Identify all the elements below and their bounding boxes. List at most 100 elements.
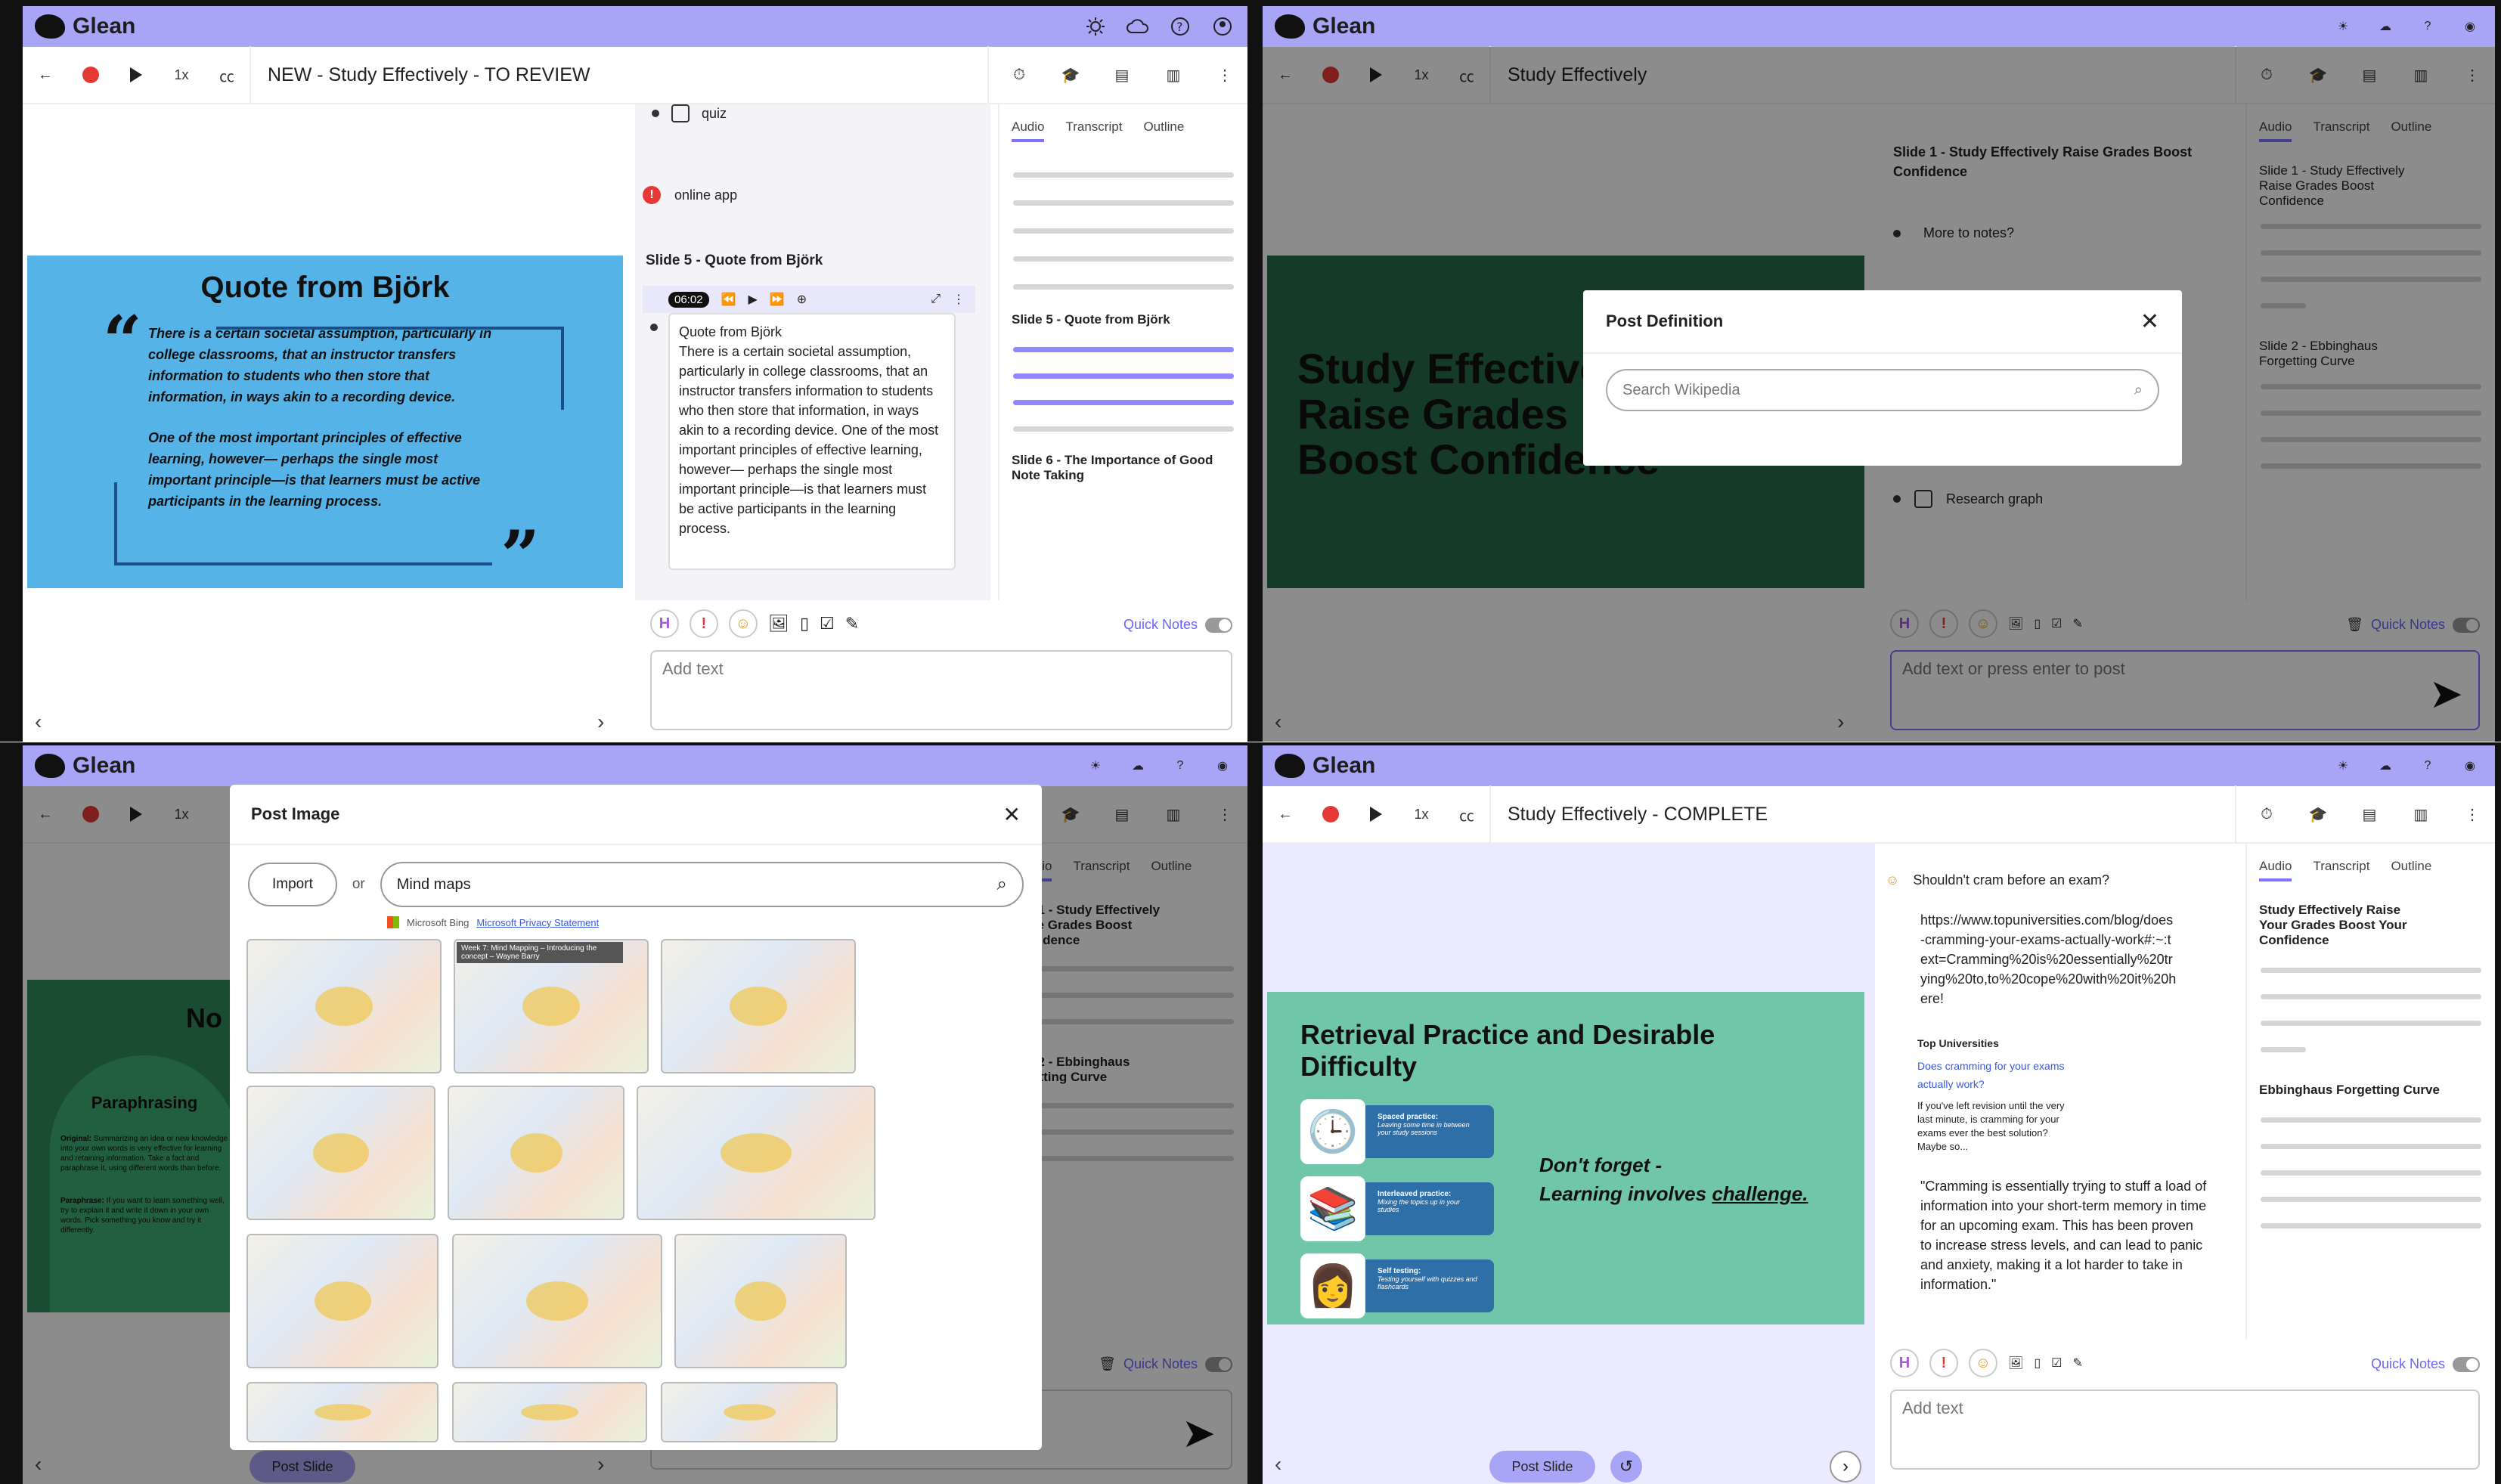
captions-icon[interactable]: ㏄ — [204, 52, 249, 98]
post-slide-button[interactable]: Post Slide — [1489, 1451, 1595, 1482]
playback-speed[interactable]: 1x — [1399, 792, 1444, 837]
prev-slide-icon[interactable]: ‹ — [35, 710, 42, 734]
note-play-icon[interactable]: ▶ — [748, 292, 757, 307]
search-icon[interactable]: ⌕ — [2134, 382, 2143, 399]
image-result[interactable] — [246, 1382, 439, 1442]
book-icon[interactable]: ▯ — [2034, 1355, 2041, 1371]
image-search-input[interactable]: Mind maps ⌕ — [380, 862, 1024, 907]
important-button-icon[interactable]: ! — [1929, 1349, 1958, 1377]
tab-audio[interactable]: Audio — [1012, 119, 1045, 142]
outline-slide-1[interactable]: Study Effectively Raise Your Grades Boos… — [2247, 903, 2444, 948]
graduation-cap-icon[interactable]: 🎓 — [2295, 792, 2341, 837]
draw-icon[interactable]: ✎ — [845, 614, 859, 634]
expand-icon[interactable]: ⤢ — [931, 293, 941, 306]
search-icon[interactable]: ⌕ — [997, 874, 1007, 895]
add-text-input[interactable]: Add text — [650, 650, 1232, 730]
link-title[interactable]: Does cramming for your exams actually wo… — [1917, 1057, 2069, 1093]
next-slide-icon[interactable]: › — [1830, 1451, 1861, 1482]
image-result[interactable] — [246, 1234, 439, 1368]
undo-icon[interactable]: ↺ — [1610, 1451, 1642, 1482]
more-menu-icon[interactable]: ⋮ — [1202, 52, 1247, 98]
notes-icon[interactable]: ▤ — [1099, 52, 1145, 98]
graduation-cap-icon[interactable]: 🎓 — [1048, 52, 1093, 98]
image-result[interactable] — [661, 1382, 838, 1442]
quick-notes-toggle[interactable]: Quick Notes — [2371, 1356, 2480, 1372]
image-result[interactable] — [452, 1382, 647, 1442]
help-icon[interactable]: ? — [1167, 753, 1193, 779]
note-menu-icon[interactable]: ⋮ — [953, 292, 965, 307]
forward-icon[interactable]: ⏩ — [770, 292, 785, 307]
layout-icon[interactable]: ▥ — [1151, 52, 1196, 98]
timer-icon[interactable]: ⏱ — [996, 52, 1042, 98]
play-button[interactable] — [113, 52, 159, 98]
prev-slide-icon[interactable]: ‹ — [1275, 1452, 1281, 1476]
highlight-h-icon[interactable]: H — [1890, 1349, 1919, 1377]
back-arrow-icon[interactable]: ← — [23, 52, 68, 98]
note-card[interactable]: Quote from Björk There is a certain soci… — [668, 313, 956, 570]
cloud-sync-icon[interactable]: ☁ — [1125, 753, 1151, 779]
wikipedia-search-input[interactable]: Search Wikipedia ⌕ — [1606, 369, 2159, 411]
checkbox-icon[interactable]: ☑ — [820, 614, 835, 634]
image-result[interactable] — [452, 1234, 662, 1368]
account-icon[interactable] — [1210, 14, 1235, 39]
image-icon[interactable]: 🖼 — [768, 614, 789, 634]
help-icon[interactable]: ? — [2415, 753, 2441, 779]
theme-sun-icon[interactable]: ☀ — [2330, 14, 2356, 39]
play-button[interactable] — [1353, 792, 1399, 837]
notes-icon[interactable]: ▤ — [2347, 792, 2392, 837]
image-result[interactable] — [246, 1086, 435, 1220]
record-button[interactable] — [1308, 792, 1353, 837]
import-button[interactable]: Import — [248, 863, 337, 906]
back-arrow-icon[interactable]: ← — [1263, 792, 1308, 837]
image-result[interactable] — [246, 939, 442, 1073]
theme-sun-icon[interactable] — [1083, 14, 1108, 39]
tab-outline[interactable]: Outline — [1143, 119, 1184, 142]
highlight-h-icon[interactable]: H — [650, 609, 679, 638]
next-slide-icon[interactable]: › — [597, 710, 604, 734]
image-result[interactable] — [637, 1086, 876, 1220]
book-icon[interactable]: ▯ — [800, 614, 809, 634]
emoji-icon[interactable]: ☺ — [729, 609, 758, 638]
privacy-link[interactable]: Microsoft Privacy Statement — [476, 917, 599, 928]
help-icon[interactable]: ? — [1167, 14, 1193, 39]
cloud-sync-icon[interactable]: ☁ — [2372, 14, 2398, 39]
captions-icon[interactable]: ㏄ — [1444, 792, 1489, 837]
theme-sun-icon[interactable]: ☀ — [1083, 753, 1108, 779]
theme-sun-icon[interactable]: ☀ — [2330, 753, 2356, 779]
quick-notes-toggle[interactable]: Quick Notes — [1123, 617, 1232, 633]
outline-slide-2[interactable]: Ebbinghaus Forgetting Curve — [2247, 1083, 2474, 1098]
outline-slide-6[interactable]: Slide 6 - The Importance of Good Note Ta… — [999, 453, 1226, 483]
record-button[interactable] — [68, 52, 113, 98]
checkbox[interactable] — [671, 104, 690, 122]
emoji-icon[interactable]: ☺ — [1969, 1349, 1997, 1377]
close-icon[interactable]: ✕ — [1003, 802, 1021, 827]
cloud-sync-icon[interactable]: ☁ — [2372, 753, 2398, 779]
image-result[interactable] — [661, 939, 856, 1073]
cloud-sync-icon[interactable] — [1125, 14, 1151, 39]
account-icon[interactable]: ◉ — [2457, 753, 2483, 779]
note-url[interactable]: https://www.topuniversities.com/blog/doe… — [1920, 910, 2177, 1008]
app-logo: Glean — [1275, 14, 1375, 39]
timer-icon[interactable]: ⏱ — [2244, 792, 2289, 837]
rewind-icon[interactable]: ⏪ — [721, 292, 736, 307]
image-result[interactable] — [674, 1234, 847, 1368]
checkbox-icon[interactable]: ☑ — [2051, 1355, 2062, 1371]
help-icon[interactable]: ? — [2415, 14, 2441, 39]
image-icon[interactable]: 🖼 — [2008, 1355, 2023, 1371]
tab-transcript[interactable]: Transcript — [2313, 859, 2369, 881]
draw-icon[interactable]: ✎ — [2072, 1355, 2082, 1371]
account-icon[interactable]: ◉ — [2457, 14, 2483, 39]
tab-audio[interactable]: Audio — [2259, 859, 2292, 881]
image-result[interactable] — [448, 1086, 624, 1220]
outline-slide-5[interactable]: Slide 5 - Quote from Björk — [999, 312, 1247, 327]
add-icon[interactable]: ⊕ — [797, 292, 807, 307]
close-icon[interactable]: ✕ — [2140, 308, 2159, 335]
more-menu-icon[interactable]: ⋮ — [2450, 792, 2495, 837]
playback-speed[interactable]: 1x — [159, 52, 204, 98]
tab-outline[interactable]: Outline — [2391, 859, 2431, 881]
tab-transcript[interactable]: Transcript — [1065, 119, 1122, 142]
layout-icon[interactable]: ▥ — [2398, 792, 2444, 837]
important-button-icon[interactable]: ! — [690, 609, 718, 638]
account-icon[interactable]: ◉ — [1210, 753, 1235, 779]
add-text-input[interactable]: Add text — [1890, 1390, 2480, 1470]
